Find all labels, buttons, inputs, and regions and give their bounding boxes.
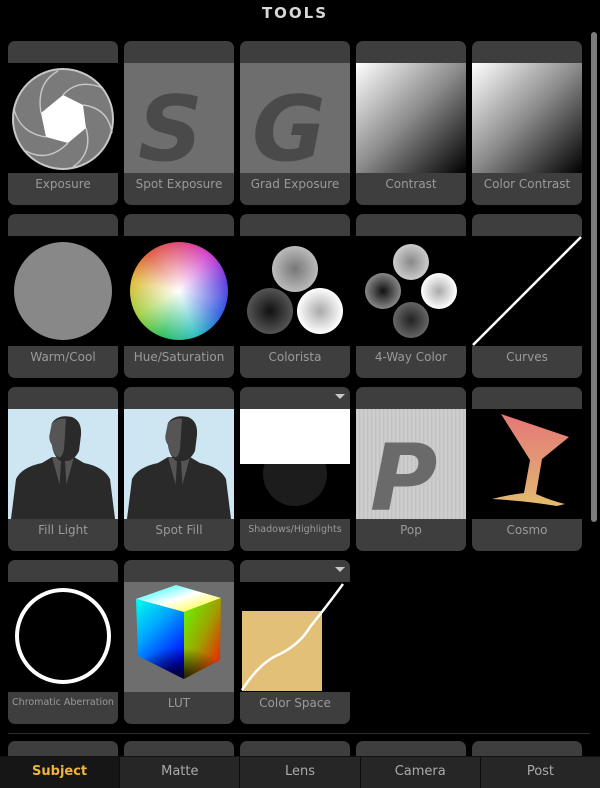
- tab-lens[interactable]: Lens: [240, 757, 361, 788]
- tile-label: Shadows/Highlights: [248, 524, 342, 535]
- scrollbar[interactable]: [591, 32, 597, 522]
- tile-header: [124, 560, 234, 582]
- tile-header: [472, 214, 582, 236]
- tab-subject[interactable]: Subject: [0, 757, 121, 788]
- divider: [8, 733, 590, 734]
- tile-header: [356, 387, 466, 409]
- tool-grad-exposure[interactable]: G Grad Exposure: [240, 41, 350, 205]
- tile-label: Hue/Saturation: [133, 350, 225, 364]
- tile-label: Color Space: [259, 696, 331, 710]
- tile-header: [472, 387, 582, 409]
- tile-label: 4-Way Color: [374, 350, 448, 364]
- tile-label: LUT: [167, 696, 191, 710]
- tool-fill-light[interactable]: Fill Light: [8, 387, 118, 551]
- color-cube-icon: [124, 582, 234, 692]
- tool-spot-fill[interactable]: Spot Fill: [124, 387, 234, 551]
- tool-colorista[interactable]: Colorista: [240, 214, 350, 378]
- man-silhouette-icon: [8, 409, 118, 519]
- tile-label: Colorista: [268, 350, 322, 364]
- four-wheels-icon: [356, 236, 466, 346]
- tile-label: Curves: [506, 350, 548, 364]
- letter-p-icon: P: [356, 409, 466, 519]
- tile-header: [240, 214, 350, 236]
- tile-header: [124, 214, 234, 236]
- tile-header: [8, 41, 118, 63]
- tool-curves[interactable]: Curves: [472, 214, 582, 378]
- tile-header: [8, 214, 118, 236]
- man-silhouette-icon: [124, 409, 234, 519]
- tile-label: Spot Exposure: [135, 177, 223, 191]
- tile-label: Fill Light: [38, 523, 88, 537]
- tile-label: Exposure: [35, 177, 91, 191]
- tool-cosmo[interactable]: Cosmo: [472, 387, 582, 551]
- three-wheels-icon: [240, 236, 350, 346]
- gradient-square-icon: [356, 63, 466, 173]
- category-tabs: Subject Matte Lens Camera Post: [0, 756, 600, 788]
- glyph: P: [370, 425, 438, 520]
- tile-header: [356, 214, 466, 236]
- tool-color-contrast[interactable]: Color Contrast: [472, 41, 582, 205]
- tab-matte[interactable]: Matte: [120, 757, 241, 788]
- tab-post[interactable]: Post: [480, 757, 600, 788]
- letter-s-icon: S: [124, 63, 234, 173]
- tool-exposure[interactable]: Exposure: [8, 41, 118, 205]
- tile-header: [472, 41, 582, 63]
- tile-label: Cosmo: [506, 523, 548, 537]
- gradient-square-icon: [472, 63, 582, 173]
- tile-header: [240, 41, 350, 63]
- cocktail-glass-icon: [472, 409, 582, 519]
- shadows-highlights-icon: [240, 409, 350, 519]
- diagonal-line-icon: [472, 236, 582, 346]
- glyph: S: [138, 77, 203, 174]
- tile-header: [240, 560, 350, 582]
- letter-g-icon: G: [240, 63, 350, 173]
- gray-circle-icon: [8, 236, 118, 346]
- aperture-icon: [8, 63, 118, 173]
- tool-chromatic-aberration[interactable]: Chromatic Aberration: [8, 560, 118, 724]
- panel-title: TOOLS: [261, 4, 329, 22]
- color-wheel-icon: [124, 236, 234, 346]
- tile-label: Grad Exposure: [250, 177, 340, 191]
- dropdown-arrow-icon[interactable]: [335, 394, 345, 399]
- tile-header: [240, 387, 350, 409]
- tile-header: [124, 387, 234, 409]
- tile-label: Color Contrast: [483, 177, 571, 191]
- tile-label: Contrast: [385, 177, 437, 191]
- dropdown-arrow-icon[interactable]: [335, 567, 345, 572]
- tool-hue-saturation[interactable]: Hue/Saturation: [124, 214, 234, 378]
- tab-camera[interactable]: Camera: [360, 757, 481, 788]
- tile-label: Spot Fill: [155, 523, 203, 537]
- tile-header: [124, 41, 234, 63]
- ring-icon: [8, 582, 118, 692]
- tool-color-space[interactable]: Color Space: [240, 560, 350, 724]
- tool-warm-cool[interactable]: Warm/Cool: [8, 214, 118, 378]
- tile-label: Warm/Cool: [30, 350, 96, 364]
- tool-shadows-highlights[interactable]: Shadows/Highlights: [240, 387, 350, 551]
- tile-header: [356, 41, 466, 63]
- tool-lut[interactable]: LUT: [124, 560, 234, 724]
- tile-label: Pop: [400, 523, 422, 537]
- tool-contrast[interactable]: Contrast: [356, 41, 466, 205]
- glyph: G: [252, 77, 326, 174]
- color-space-curve-icon: [240, 582, 350, 692]
- tool-4-way-color[interactable]: 4-Way Color: [356, 214, 466, 378]
- tile-header: [8, 387, 118, 409]
- tool-pop[interactable]: P Pop: [356, 387, 466, 551]
- tool-spot-exposure[interactable]: S Spot Exposure: [124, 41, 234, 205]
- tile-header: [8, 560, 118, 582]
- tile-label: Chromatic Aberration: [12, 697, 114, 708]
